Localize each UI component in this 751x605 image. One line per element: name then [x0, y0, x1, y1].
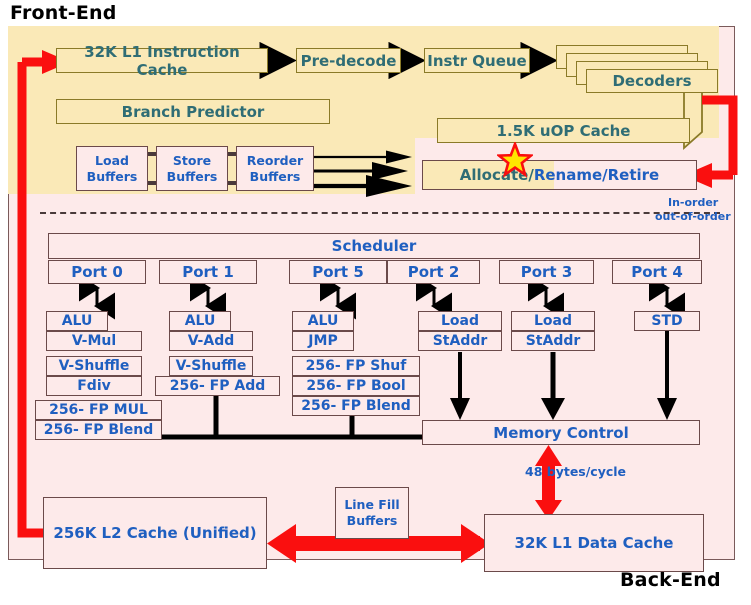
in-order-label: In-order: [668, 196, 719, 209]
port-0-unit-alu[interactable]: ALU: [46, 311, 108, 331]
port-3-box[interactable]: Port 3: [499, 260, 594, 284]
port-3-unit-staddr[interactable]: StAddr: [511, 331, 595, 351]
pre-decode-box[interactable]: Pre-decode: [296, 48, 401, 73]
port-3-unit-load[interactable]: Load: [511, 311, 595, 331]
port-2-unit-staddr[interactable]: StAddr: [418, 331, 502, 351]
store-buffers-line2: Buffers: [166, 168, 218, 184]
store-buffers-box[interactable]: Store Buffers: [156, 146, 228, 191]
port-1-unit-vshuffle[interactable]: V-Shuffle: [169, 356, 253, 376]
port-1-unit-vadd[interactable]: V-Add: [169, 331, 253, 351]
l2-cache-box[interactable]: 256K L2 Cache (Unified): [43, 497, 267, 569]
instr-queue-box[interactable]: Instr Queue: [424, 48, 530, 73]
port-5-unit-alu[interactable]: ALU: [292, 311, 354, 331]
port-0-unit-vshuffle[interactable]: V-Shuffle: [46, 356, 142, 376]
bytes-per-cycle-label: 48 bytes/cycle: [525, 464, 627, 479]
port-0-unit-fdiv[interactable]: Fdiv: [46, 376, 142, 396]
reorder-buffers-box[interactable]: Reorder Buffers: [236, 146, 314, 191]
decoders-box[interactable]: Decoders: [586, 69, 718, 93]
port-0-unit-fp-blend[interactable]: 256- FP Blend: [35, 420, 162, 440]
allocate-label-part-b: Rename/Retire: [533, 166, 660, 184]
port-2-unit-load[interactable]: Load: [418, 311, 502, 331]
branch-predictor-box[interactable]: Branch Predictor: [56, 99, 330, 124]
front-end-label: Front-End: [10, 2, 117, 24]
port-0-unit-vmul[interactable]: V-Mul: [46, 331, 142, 351]
port-4-box[interactable]: Port 4: [612, 260, 702, 284]
port-5-unit-fp-blend[interactable]: 256- FP Blend: [292, 396, 420, 416]
uop-cache-box[interactable]: 1.5K uOP Cache: [437, 118, 690, 143]
star-icon: [497, 142, 533, 178]
memory-control-box[interactable]: Memory Control: [422, 420, 700, 445]
back-end-label: Back-End: [620, 569, 721, 591]
line-fill-buffers-box[interactable]: Line Fill Buffers: [335, 487, 409, 539]
load-buffers-box[interactable]: Load Buffers: [76, 146, 148, 191]
port-1-unit-fp-add[interactable]: 256- FP Add: [155, 376, 280, 396]
diagram-canvas: Front-End Back-End 32K L1 Instruction Ca…: [0, 0, 751, 605]
port-5-unit-fp-bool[interactable]: 256- FP Bool: [292, 376, 420, 396]
reorder-buffers-line2: Buffers: [249, 168, 301, 184]
store-buffers-line1: Store: [172, 152, 212, 168]
in-order-divider: [40, 212, 720, 214]
load-buffers-line2: Buffers: [86, 168, 138, 184]
port-1-box[interactable]: Port 1: [159, 260, 257, 284]
line-fill-line1: Line Fill: [344, 497, 400, 513]
port-5-unit-jmp[interactable]: JMP: [292, 331, 354, 351]
port-5-unit-fp-shuf[interactable]: 256- FP Shuf: [292, 356, 420, 376]
reorder-buffers-line1: Reorder: [246, 152, 304, 168]
port-5-box[interactable]: Port 5: [289, 260, 387, 284]
port-4-unit-std[interactable]: STD: [634, 311, 700, 331]
port-2-box[interactable]: Port 2: [387, 260, 480, 284]
l1-data-cache-box[interactable]: 32K L1 Data Cache: [484, 514, 704, 572]
allocate-rename-retire-box[interactable]: Allocate/Rename/Retire: [422, 160, 697, 190]
line-fill-line2: Buffers: [346, 513, 398, 528]
load-buffers-line1: Load: [95, 152, 129, 168]
l1-instruction-cache-box[interactable]: 32K L1 Instruction Cache: [56, 43, 268, 79]
port-0-unit-fp-mul[interactable]: 256- FP MUL: [35, 400, 162, 420]
port-1-unit-alu[interactable]: ALU: [169, 311, 231, 331]
scheduler-box[interactable]: Scheduler: [48, 233, 700, 259]
port-0-box[interactable]: Port 0: [48, 260, 146, 284]
out-of-order-label: out-of-order: [655, 210, 731, 223]
allocate-label: Allocate/Rename/Retire: [422, 160, 697, 190]
